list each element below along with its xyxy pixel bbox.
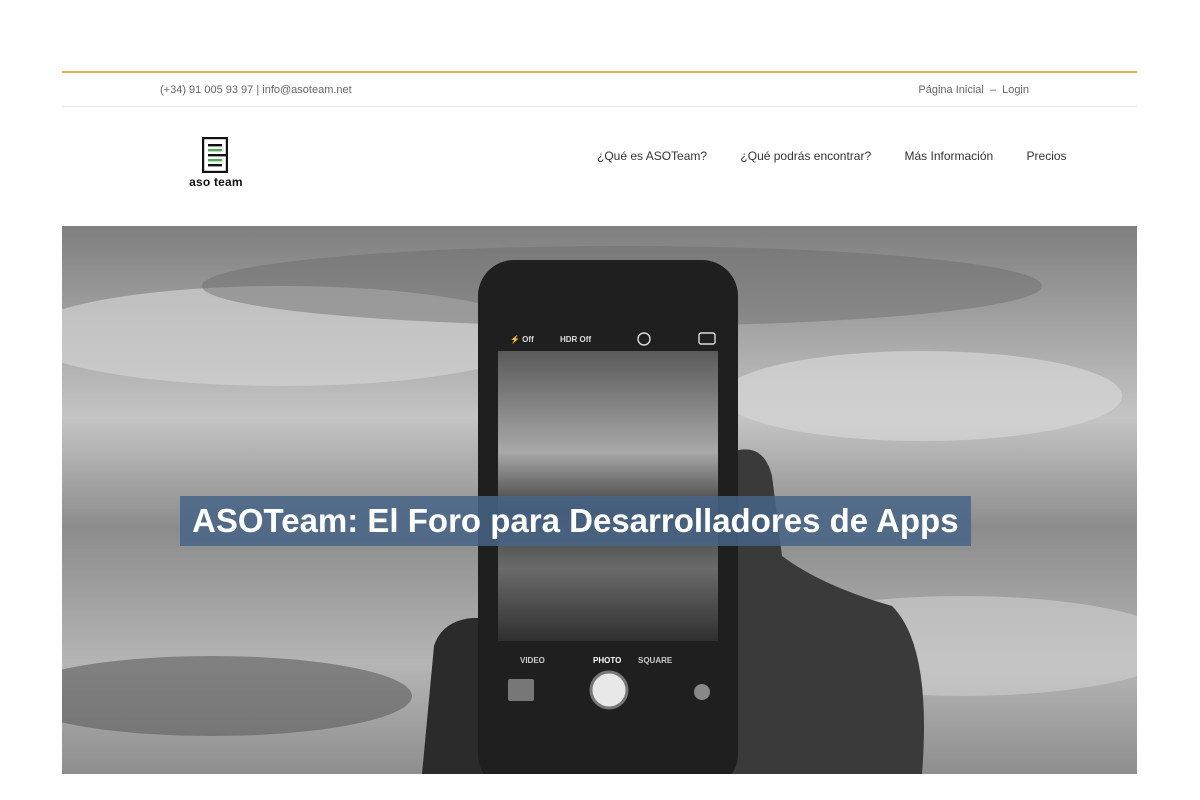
top-links: Página Inicial – Login [918,84,1029,96]
phone-hdr-label: HDR Off [560,335,591,344]
nav-item-que-encontrar[interactable]: ¿Qué podrás encontrar? [740,149,871,163]
contact-info: (+34) 91 005 93 97 | info@asoteam.net [160,84,352,96]
email-link[interactable]: info@asoteam.net [262,84,351,96]
login-link[interactable]: Login [1002,84,1029,96]
gallery-thumbnail-icon [508,679,534,701]
home-link[interactable]: Página Inicial [918,84,983,96]
page: (+34) 91 005 93 97 | info@asoteam.net Pá… [62,71,1137,774]
phone-mode-square: SQUARE [638,656,673,665]
hero-banner: ⚡ Off HDR Off VIDEO PHOTO SQUARE ASOTeam… [62,226,1137,774]
filter-icon [694,684,710,700]
phone-flash-label: ⚡ Off [510,334,534,344]
site-logo[interactable]: aso team [188,137,244,193]
shutter-button-icon [589,670,629,710]
top-links-divider: – [989,84,997,96]
main-nav: ¿Qué es ASOTeam? ¿Qué podrás encontrar? … [597,149,1067,163]
phone-number: (+34) 91 005 93 97 [160,84,254,96]
nav-item-que-es[interactable]: ¿Qué es ASOTeam? [597,149,707,163]
hero-title: ASOTeam: El Foro para Desarrolladores de… [180,496,971,546]
top-bar: (+34) 91 005 93 97 | info@asoteam.net Pá… [62,73,1137,107]
logo-mark-icon [202,137,228,173]
nav-item-precios[interactable]: Precios [1027,149,1067,163]
site-header: aso team ¿Qué es ASOTeam? ¿Qué podrás en… [62,107,1137,226]
phone-mode-photo: PHOTO [593,656,621,665]
logo-text: aso team [189,175,243,189]
nav-item-mas-informacion[interactable]: Más Información [905,149,994,163]
phone-mode-video: VIDEO [520,656,545,665]
contact-separator: | [256,84,260,96]
